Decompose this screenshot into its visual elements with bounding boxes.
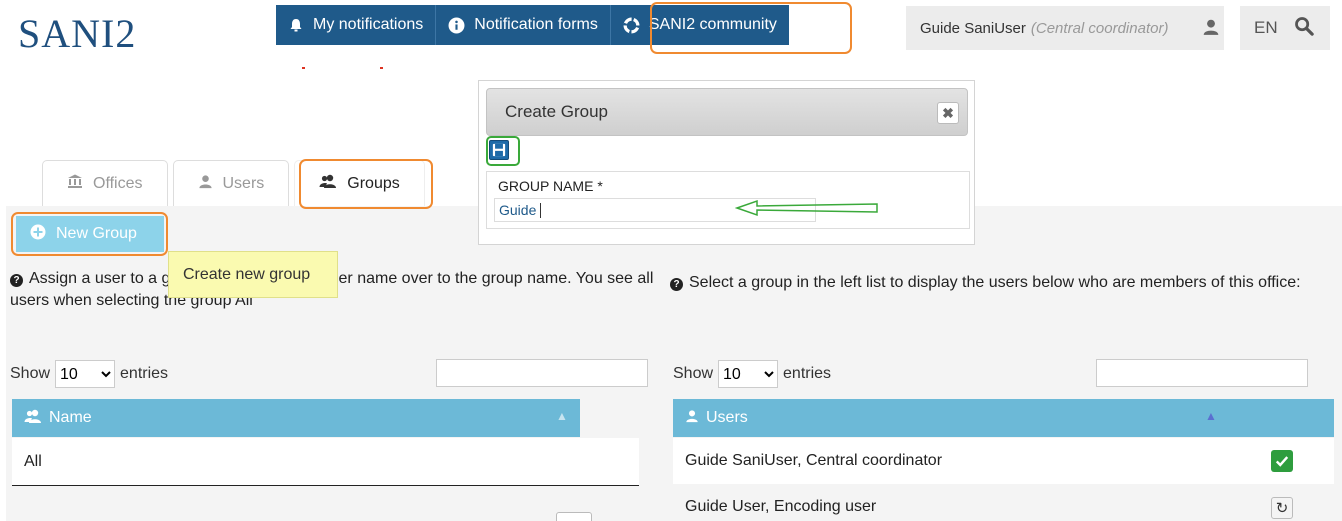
sort-icon: ▲︎ [556, 409, 568, 423]
group-name-value: Guide [499, 202, 537, 218]
show-label: Show [673, 365, 714, 382]
dialog-form: GROUP NAME * Guide [486, 171, 970, 229]
search-icon[interactable] [1294, 16, 1314, 41]
groups-table-header[interactable]: Name ▲︎ [12, 399, 580, 437]
create-group-dialog: Create Group ✖ GROUP NAME * Guide [478, 80, 975, 245]
nav-label: Notification forms [474, 16, 598, 33]
check-icon[interactable] [1271, 450, 1293, 472]
column-name-label: Name [49, 409, 92, 426]
tab-label: Users [222, 174, 265, 192]
entries-label: entries [783, 365, 832, 382]
dialog-title: Create Group [505, 102, 608, 121]
nav-label: My notifications [313, 16, 424, 33]
highlight-save-button [486, 136, 520, 166]
users-icon [24, 408, 42, 429]
user-row[interactable]: Guide SaniUser, Central coordinator [673, 438, 1334, 484]
sort-asc-icon: ▲︎ [1205, 409, 1217, 423]
user-role: (Central coordinator) [1030, 19, 1169, 37]
refresh-icon[interactable]: ↻ [1271, 497, 1293, 519]
annotation-mark [302, 67, 305, 69]
language-search-bar: EN [1240, 6, 1330, 50]
page-size-select[interactable]: 10 [718, 360, 779, 388]
arrow-annotation [735, 199, 878, 217]
tab-users[interactable]: Users [172, 160, 290, 206]
create-group-tooltip: Create new group [168, 251, 338, 298]
user-name: Guide SaniUser [920, 19, 1026, 37]
annotation-mark [380, 67, 383, 69]
row-divider [12, 485, 639, 486]
help-text-right: ? Select a group in the left list to disp… [670, 272, 1335, 294]
user-icon [1202, 18, 1220, 40]
highlight-community [650, 2, 852, 54]
tab-label: Offices [93, 174, 143, 192]
show-label: Show [10, 365, 51, 382]
left-search-input[interactable] [436, 359, 648, 387]
left-page-size: Show 10 entries [10, 360, 168, 388]
entries-label: entries [120, 365, 169, 382]
notification-bell-icon [288, 17, 304, 33]
current-user-menu[interactable]: Guide SaniUser (Central coordinator) [906, 6, 1224, 50]
help-right-text: Select a group in the left list to displ… [689, 274, 1301, 291]
info-icon [448, 17, 465, 34]
close-icon[interactable]: ✖ [937, 102, 959, 124]
plus-circle-icon [30, 224, 46, 245]
user-icon [685, 409, 699, 428]
user-row[interactable]: Guide User, Encoding user [673, 486, 1334, 521]
question-icon: ? [670, 278, 683, 291]
nav-notification-forms[interactable]: Notification forms [436, 5, 611, 45]
new-group-button[interactable]: New Group [16, 216, 164, 252]
right-search-input[interactable] [1096, 359, 1308, 387]
app-logo[interactable]: SANI2 [18, 10, 136, 57]
text-caret [540, 202, 542, 218]
nav-my-notifications[interactable]: My notifications [276, 5, 437, 45]
user-row-name: Guide SaniUser, Central coordinator [685, 452, 943, 469]
pagination-box[interactable] [556, 512, 592, 521]
user-row-name: Guide User, Encoding user [685, 498, 877, 515]
new-group-label: New Group [56, 225, 137, 242]
language-selector[interactable]: EN [1254, 18, 1278, 38]
tab-offices[interactable]: Offices [42, 160, 168, 206]
question-icon: ? [10, 274, 23, 287]
group-name-label: GROUP NAME * [498, 178, 603, 194]
dialog-header: Create Group ✖ [486, 88, 968, 136]
life-ring-icon [623, 16, 640, 34]
bank-icon [67, 173, 83, 194]
users-table-header[interactable]: Users ▲︎ [673, 399, 1334, 437]
right-page-size: Show 10 entries [673, 360, 831, 388]
group-row-all[interactable]: All [12, 438, 639, 485]
user-icon [198, 174, 213, 194]
page-size-select[interactable]: 10 [55, 360, 116, 388]
group-name: All [24, 452, 42, 470]
highlight-groups-tab [299, 159, 433, 209]
column-users-label: Users [706, 409, 748, 426]
